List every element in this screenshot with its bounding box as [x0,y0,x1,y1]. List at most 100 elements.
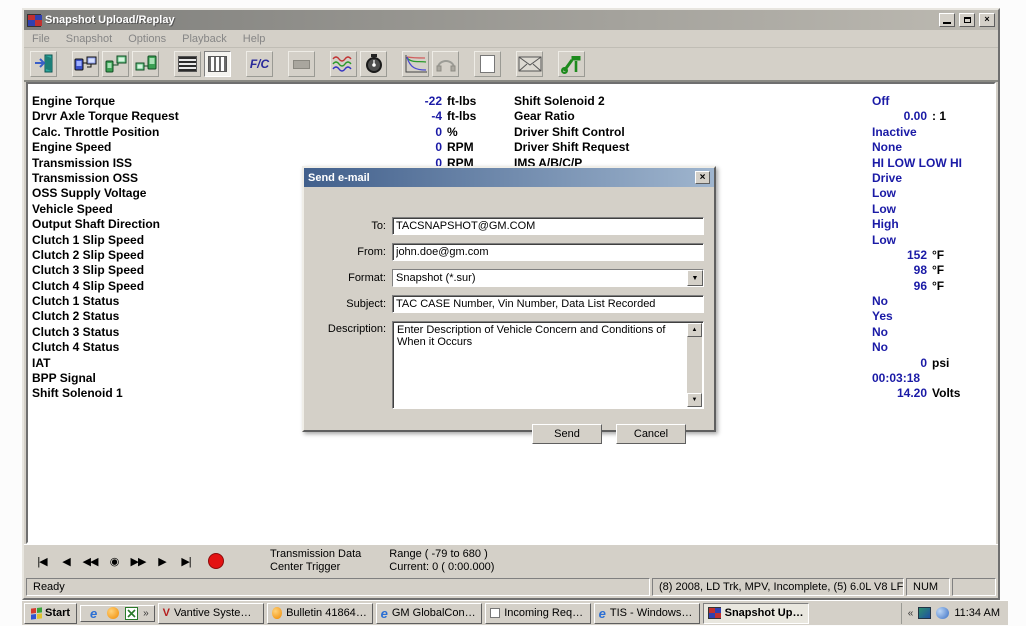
minimize-button[interactable] [939,13,955,27]
window-titlebar[interactable]: Snapshot Upload/Replay × [24,10,998,30]
internet-explorer-icon[interactable]: e [86,606,101,621]
parameter-label-2: Driver Shift Control [514,125,872,140]
tray-messenger-icon[interactable] [936,607,949,619]
disabled-slot-icon [288,51,315,77]
parameter-unit-2 [932,140,994,155]
restore-button[interactable] [959,13,975,27]
send-button[interactable]: Send [532,424,602,444]
parameter-unit-2 [932,294,994,309]
parameter-label: Engine Speed [32,140,364,155]
parameter-value: -4 [364,109,442,124]
parameter-value-2: High [872,217,927,232]
column-view-icon[interactable] [204,51,231,77]
to-input[interactable] [392,217,704,235]
record-indicator-icon[interactable] [208,553,224,569]
parameter-unit-2 [932,202,994,217]
description-scrollbar[interactable]: ▲ ▼ [687,323,702,407]
internet-explorer-icon: e [381,607,388,620]
line-chart-icon[interactable] [402,51,429,77]
taskbar-button-tis[interactable]: e TIS - Windows In... [594,603,700,624]
format-selected-value: Snapshot (*.sur) [393,270,687,286]
parameter-unit-2: psi [932,356,994,371]
data-row[interactable]: Calc. Throttle Position 0 % Driver Shift… [32,125,994,140]
parameter-unit-2 [932,171,994,186]
parameter-value-2: No [872,325,927,340]
parameter-value-2: 00:03:18 [872,371,927,386]
taskbar-button-bulletin[interactable]: Bulletin 41864 in ... [267,603,373,624]
parameter-value-2: Low [872,233,927,248]
subject-input[interactable] [392,295,704,313]
menu-file[interactable]: File [32,33,50,45]
parameter-value-2: No [872,340,927,355]
playback-button[interactable]: ◀◀ [78,551,102,571]
device-download-icon[interactable] [102,51,129,77]
playback-button[interactable]: ▶ [150,551,174,571]
scroll-down-icon[interactable]: ▼ [687,393,702,407]
multi-line-graph-icon[interactable] [330,51,357,77]
taskbar-button-incoming-requests[interactable]: Incoming Reques... [485,603,591,624]
gauge-icon[interactable] [360,51,387,77]
dialog-body: To: From: Format: Snapshot (*.sur) ▼ Sub… [304,187,714,430]
exit-icon[interactable] [30,51,57,77]
windows-logo-icon [31,607,42,619]
email-icon[interactable] [516,51,543,77]
start-label: Start [45,607,70,619]
close-button[interactable]: × [979,13,995,27]
parameter-value-2: 14.20 [872,386,927,401]
parameter-label-2: Driver Shift Request [514,140,872,155]
menu-playback[interactable]: Playback [182,33,227,45]
parameter-label-2: Shift Solenoid 2 [514,94,872,109]
taskbar-button-snapshot-active[interactable]: Snapshot Uplo... [703,603,809,624]
parameter-value-2: Off [872,94,927,109]
quick-launch-bar: e » [80,605,155,622]
parameter-unit: % [447,125,514,140]
parameter-unit: RPM [447,140,514,155]
description-field: Enter Description of Vehicle Concern and… [392,321,704,409]
menu-options[interactable]: Options [128,33,166,45]
playback-button[interactable]: ◀ [54,551,78,571]
tray-network-icon[interactable] [918,607,931,619]
orange-app-icon[interactable] [105,606,120,621]
parameter-value-2: HI LOW LOW HI [872,156,927,171]
format-dropdown[interactable]: Snapshot (*.sur) ▼ [392,269,704,287]
spreadsheet-app-icon[interactable] [124,606,139,621]
tray-chevron[interactable]: « [908,608,914,619]
data-row[interactable]: Engine Speed 0 RPM Driver Shift Request … [32,140,994,155]
description-textarea[interactable]: Enter Description of Vehicle Concern and… [394,323,688,407]
description-label: Description: [308,321,392,335]
playback-button[interactable]: ▶| [174,551,198,571]
playback-button[interactable]: ◉ [102,551,126,571]
taskbar-button-vantive[interactable]: V Vantive System -... [158,603,264,624]
fahrenheit-celsius-icon[interactable]: F/C [246,51,273,77]
dialog-close-icon[interactable]: × [695,171,710,184]
from-input[interactable] [392,243,704,261]
start-button[interactable]: Start [24,603,77,624]
data-row[interactable]: Drvr Axle Torque Request -4 ft-lbs Gear … [32,109,994,124]
vantive-icon: V [163,607,170,619]
cancel-button[interactable]: Cancel [616,424,686,444]
pc-upload-icon[interactable] [72,51,99,77]
snapshot-app-icon [708,607,721,619]
dialog-titlebar[interactable]: Send e-mail × [304,168,714,187]
parameter-value-2: Low [872,202,927,217]
trigger-info: Transmission Data Center Trigger [270,548,361,574]
new-page-icon[interactable] [474,51,501,77]
status-num-lock: NUM [906,578,950,596]
data-row[interactable]: Engine Torque -22 ft-lbs Shift Solenoid … [32,94,994,109]
data-list-icon[interactable] [174,51,201,77]
scroll-up-icon[interactable]: ▲ [687,323,702,337]
menu-help[interactable]: Help [243,33,266,45]
format-label: Format: [308,272,392,284]
taskbar-button-gm-globalconnect[interactable]: e GM GlobalConnec... [376,603,482,624]
trigger-info-line2: Center Trigger [270,561,361,574]
menu-snapshot[interactable]: Snapshot [66,33,112,45]
device-upload-icon[interactable] [132,51,159,77]
playback-button[interactable]: |◀ [30,551,54,571]
parameter-unit-2 [932,186,994,201]
chevron-down-icon[interactable]: ▼ [687,270,703,286]
parameter-value-2: None [872,140,927,155]
playback-button[interactable]: ▶▶ [126,551,150,571]
quick-launch-overflow-chevron[interactable]: » [143,608,149,619]
tools-icon[interactable] [558,51,585,77]
status-ready: Ready [26,578,650,596]
